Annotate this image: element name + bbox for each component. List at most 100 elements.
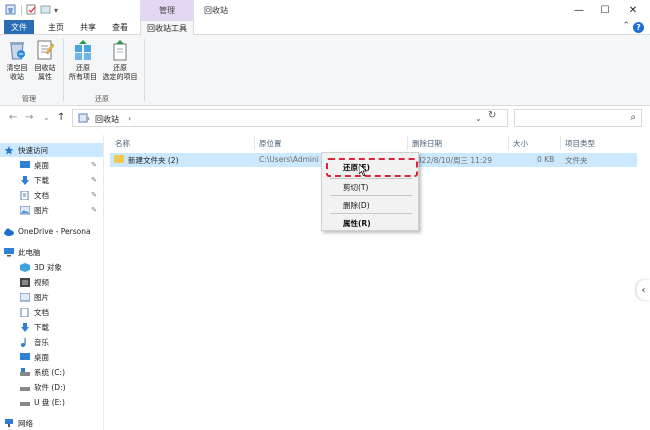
address-dropdown-icon[interactable]: ⌄ xyxy=(475,114,482,123)
restore-highlight-box xyxy=(326,158,418,177)
pane-divider[interactable] xyxy=(103,135,104,430)
nav-item-downloads[interactable]: 下载 ✎ xyxy=(0,173,103,187)
nav-item-videos[interactable]: 视频 xyxy=(0,275,103,289)
column-header-item-type[interactable]: 项目类型 xyxy=(565,136,595,150)
restore-all-icon xyxy=(75,40,91,60)
restore-all-label: 还原 所有项目 xyxy=(69,64,97,81)
properties-quick-icon[interactable] xyxy=(26,4,37,15)
group-divider xyxy=(144,39,145,101)
nav-item-label: 文档 xyxy=(34,190,49,200)
context-menu-properties[interactable]: 属性(R) xyxy=(322,216,418,230)
side-expand-chevron-icon[interactable]: ‹ xyxy=(637,280,650,300)
menu-separator xyxy=(330,213,412,214)
context-menu-delete-label: 删除(D) xyxy=(343,201,370,210)
desktop-icon xyxy=(20,160,30,168)
back-arrow-icon[interactable]: ← xyxy=(9,112,17,123)
column-header-date-deleted[interactable]: 删除日期 xyxy=(412,136,442,150)
file-original-location: C:\Users\Admini xyxy=(259,155,319,164)
nav-network-label: 网络 xyxy=(18,418,33,428)
nav-item-pictures[interactable]: 图片 ✎ xyxy=(0,203,103,217)
file-name[interactable]: 新建文件夹 (2) xyxy=(128,155,179,166)
cloud-icon xyxy=(4,228,14,236)
nav-onedrive[interactable]: OneDrive - Persona xyxy=(0,224,103,238)
ribbon: 清空回 收站 回收站 属性 管理 还原 所有项目 还原 选定的项目 还原 xyxy=(0,35,650,106)
refresh-icon[interactable]: ↻ xyxy=(488,110,496,121)
close-button[interactable]: ✕ xyxy=(620,0,646,20)
download-arrow-icon xyxy=(21,322,29,332)
column-header-name[interactable]: 名称 xyxy=(115,136,130,150)
nav-item-downloads[interactable]: 下载 xyxy=(0,320,103,334)
search-icon[interactable]: ⌕ xyxy=(630,112,636,123)
tab-share[interactable]: 共享 xyxy=(76,20,100,35)
nav-quick-access[interactable]: 快速访问 xyxy=(0,143,103,157)
nav-network[interactable]: 网络 xyxy=(0,416,103,430)
maximize-button[interactable]: ☐ xyxy=(592,0,618,20)
file-item-type: 文件夹 xyxy=(565,156,588,165)
column-header-original-location[interactable]: 原位置 xyxy=(259,136,282,150)
pin-icon: ✎ xyxy=(91,191,97,199)
nav-item-3d-objects[interactable]: 3D 对象 xyxy=(0,260,103,274)
menu-separator xyxy=(330,195,412,196)
empty-recycle-bin-button[interactable]: 清空回 收站 xyxy=(4,39,30,82)
tab-home[interactable]: 主页 xyxy=(44,20,68,35)
tab-file[interactable]: 文件 xyxy=(4,20,34,34)
nav-item-label: 下载 xyxy=(34,322,49,332)
download-arrow-icon xyxy=(21,175,29,185)
nav-quick-access-label: 快速访问 xyxy=(18,145,48,155)
ribbon-collapse-icon[interactable]: ⌃ xyxy=(622,21,630,31)
nav-item-label: 音乐 xyxy=(34,337,49,347)
nav-item-label: 视频 xyxy=(34,277,49,287)
customize-qat-icon[interactable]: ▾ xyxy=(50,0,62,20)
breadcrumb-separator: › xyxy=(87,114,91,123)
group-restore-label: 还原 xyxy=(95,95,109,103)
nav-item-desktop[interactable]: 桌面 ✎ xyxy=(0,158,103,172)
nav-item-documents[interactable]: 文档 ✎ xyxy=(0,188,103,202)
picture-icon xyxy=(20,205,30,214)
recent-locations-icon[interactable]: ⌄ xyxy=(43,113,50,122)
nav-item-label: 图片 xyxy=(34,205,49,215)
minimize-button[interactable]: — xyxy=(566,0,592,20)
column-separator[interactable] xyxy=(254,136,255,150)
context-menu: 还原(E) 剪切(T) 删除(D) 属性(R) xyxy=(321,152,419,231)
search-input[interactable]: ⌕ xyxy=(514,109,642,127)
recycle-bin-icon[interactable] xyxy=(5,4,16,15)
forward-arrow-icon[interactable]: → xyxy=(25,112,33,123)
restore-selected-button[interactable]: 还原 选定的项目 xyxy=(100,39,140,82)
column-header-size[interactable]: 大小 xyxy=(513,136,528,150)
nav-item-music[interactable]: 音乐 xyxy=(0,335,103,349)
recycle-bin-properties-icon xyxy=(37,40,55,60)
titlebar-separator xyxy=(21,5,22,15)
nav-item-drive-e[interactable]: U 盘 (E:) xyxy=(0,395,103,409)
nav-item-drive-d[interactable]: 软件 (D:) xyxy=(0,380,103,394)
nav-item-documents[interactable]: 文档 xyxy=(0,305,103,319)
help-icon[interactable]: ? xyxy=(633,22,644,33)
manage-context-tab[interactable]: 管理 xyxy=(140,0,194,20)
tab-view[interactable]: 查看 xyxy=(108,20,132,35)
drive-icon xyxy=(20,386,30,391)
nav-item-drive-c[interactable]: 系统 (C:) xyxy=(0,365,103,379)
nav-onedrive-label: OneDrive - Persona xyxy=(18,226,91,236)
column-separator[interactable] xyxy=(560,136,561,150)
restore-all-button[interactable]: 还原 所有项目 xyxy=(64,39,102,82)
recycle-bin-properties-label: 回收站 属性 xyxy=(34,64,56,81)
nav-item-pictures[interactable]: 图片 xyxy=(0,290,103,304)
nav-item-label: 软件 (D:) xyxy=(34,382,66,392)
menu-separator xyxy=(330,178,412,179)
nav-item-label: 下载 xyxy=(34,175,49,185)
nav-item-label: 图片 xyxy=(34,292,49,302)
nav-item-label: 桌面 xyxy=(34,352,49,362)
nav-this-pc[interactable]: 此电脑 xyxy=(0,245,103,259)
context-menu-delete[interactable]: 删除(D) xyxy=(322,198,418,212)
up-arrow-icon[interactable]: ↑ xyxy=(57,112,65,123)
context-menu-cut[interactable]: 剪切(T) xyxy=(322,180,418,194)
address-bar[interactable]: › 回收站 › ⌄ xyxy=(72,109,508,127)
column-separator[interactable] xyxy=(407,136,408,150)
restore-selected-icon xyxy=(113,40,127,61)
breadcrumb-recycle-bin[interactable]: 回收站 xyxy=(95,114,119,125)
column-separator[interactable] xyxy=(508,136,509,150)
navigation-pane: 快速访问 桌面 ✎ 下载 ✎ 文档 ✎ 图片 ✎ OneDrive - Pers… xyxy=(0,135,103,430)
tab-recycle-bin-tools[interactable]: 回收站工具 xyxy=(140,20,194,36)
nav-item-desktop[interactable]: 桌面 xyxy=(0,350,103,364)
desktop-icon xyxy=(20,352,30,360)
recycle-bin-properties-button[interactable]: 回收站 属性 xyxy=(31,39,59,82)
